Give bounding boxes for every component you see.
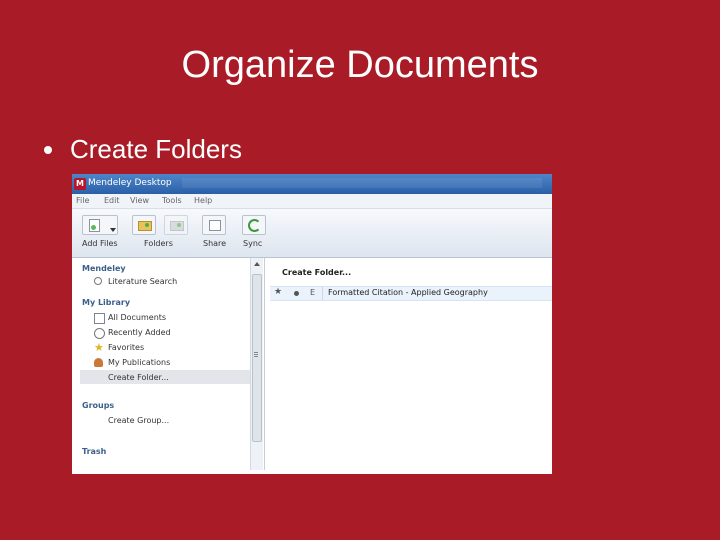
- chevron-down-icon: [110, 228, 116, 232]
- sync-icon: [248, 219, 261, 232]
- add-files-button[interactable]: [82, 215, 118, 235]
- sidebar-scrollbar[interactable]: [250, 258, 263, 470]
- star-icon: ★: [94, 341, 104, 354]
- document-title: Formatted Citation - Applied Geography: [328, 288, 488, 297]
- toolbar: Add Files Folders Share Sync: [72, 209, 552, 258]
- share-button[interactable]: [202, 215, 226, 235]
- clock-icon: [94, 328, 105, 339]
- share-label: Share: [203, 239, 227, 248]
- mendeley-screenshot: M Mendeley Desktop File Edit View Tools …: [72, 174, 552, 474]
- sidebar-item-label: My Publications: [108, 358, 171, 367]
- bullet-text: Create Folders: [70, 134, 242, 164]
- person-icon: [94, 358, 103, 367]
- document-list-pane: Create Folder... ★ E Formatted Citation …: [266, 258, 552, 474]
- column-divider: [322, 287, 323, 300]
- share-icon: [209, 220, 221, 231]
- menu-tools[interactable]: Tools: [162, 196, 182, 205]
- menu-help[interactable]: Help: [194, 196, 212, 205]
- sidebar-item-label: Create Group...: [108, 416, 170, 425]
- sidebar-item-favorites[interactable]: ★ Favorites: [80, 340, 254, 354]
- folders-button[interactable]: [132, 215, 156, 235]
- sidebar-item-label: Literature Search: [108, 277, 178, 286]
- menu-file[interactable]: File: [76, 196, 89, 205]
- read-status-icon[interactable]: [294, 291, 299, 296]
- sidebar-header-trash: Trash: [82, 447, 107, 456]
- remove-folder-button[interactable]: [164, 215, 188, 235]
- sidebar-item-all-documents[interactable]: All Documents: [80, 310, 254, 324]
- sidebar-item-create-folder[interactable]: Create Folder...: [80, 370, 254, 384]
- sidebar-header-groups: Groups: [82, 401, 115, 410]
- folder-icon: [138, 221, 152, 231]
- bullet-item: Create Folders: [44, 134, 242, 165]
- scrollbar-thumb[interactable]: [252, 274, 262, 442]
- sidebar-item-my-publications[interactable]: My Publications: [80, 355, 254, 369]
- sidebar-item-label: Favorites: [108, 343, 145, 352]
- sidebar-item-recently-added[interactable]: Recently Added: [80, 325, 254, 339]
- mendeley-logo-icon: M: [74, 178, 86, 190]
- sidebar-item-literature-search[interactable]: Literature Search: [80, 274, 254, 288]
- sidebar-header-mendeley: Mendeley: [82, 264, 126, 273]
- folders-label: Folders: [144, 239, 173, 248]
- sidebar-item-label: Recently Added: [108, 328, 171, 337]
- grip-icon: [254, 352, 258, 353]
- document-type: E: [310, 288, 316, 297]
- bullet-dot: [44, 145, 52, 154]
- menu-view[interactable]: View: [130, 196, 149, 205]
- table-row[interactable]: ★ E Formatted Citation - Applied Geograp…: [270, 286, 552, 301]
- sidebar-item-label: All Documents: [108, 313, 167, 322]
- documents-icon: [94, 313, 105, 324]
- titlebar-overlay: [182, 178, 542, 188]
- menu-bar: File Edit View Tools Help: [72, 194, 552, 209]
- sidebar: Mendeley Literature Search My Library Al…: [76, 258, 265, 470]
- sync-button[interactable]: [242, 215, 266, 235]
- slide-title: Organize Documents: [181, 44, 539, 86]
- sidebar-header-my-library: My Library: [82, 298, 131, 307]
- add-document-icon: [89, 219, 100, 232]
- menu-edit[interactable]: Edit: [104, 196, 120, 205]
- window-titlebar: M Mendeley Desktop: [72, 174, 552, 194]
- content-heading: Create Folder...: [282, 268, 352, 277]
- folder-remove-icon: [170, 221, 184, 231]
- window-title: Mendeley Desktop: [88, 178, 172, 188]
- sync-label: Sync: [243, 239, 263, 248]
- sidebar-item-create-group[interactable]: Create Group...: [80, 413, 254, 427]
- scroll-up-icon[interactable]: [254, 262, 260, 266]
- sidebar-item-label: Create Folder...: [108, 373, 169, 382]
- search-icon: [94, 277, 102, 285]
- add-files-label: Add Files: [82, 239, 118, 248]
- favorite-star-icon[interactable]: ★: [274, 287, 282, 297]
